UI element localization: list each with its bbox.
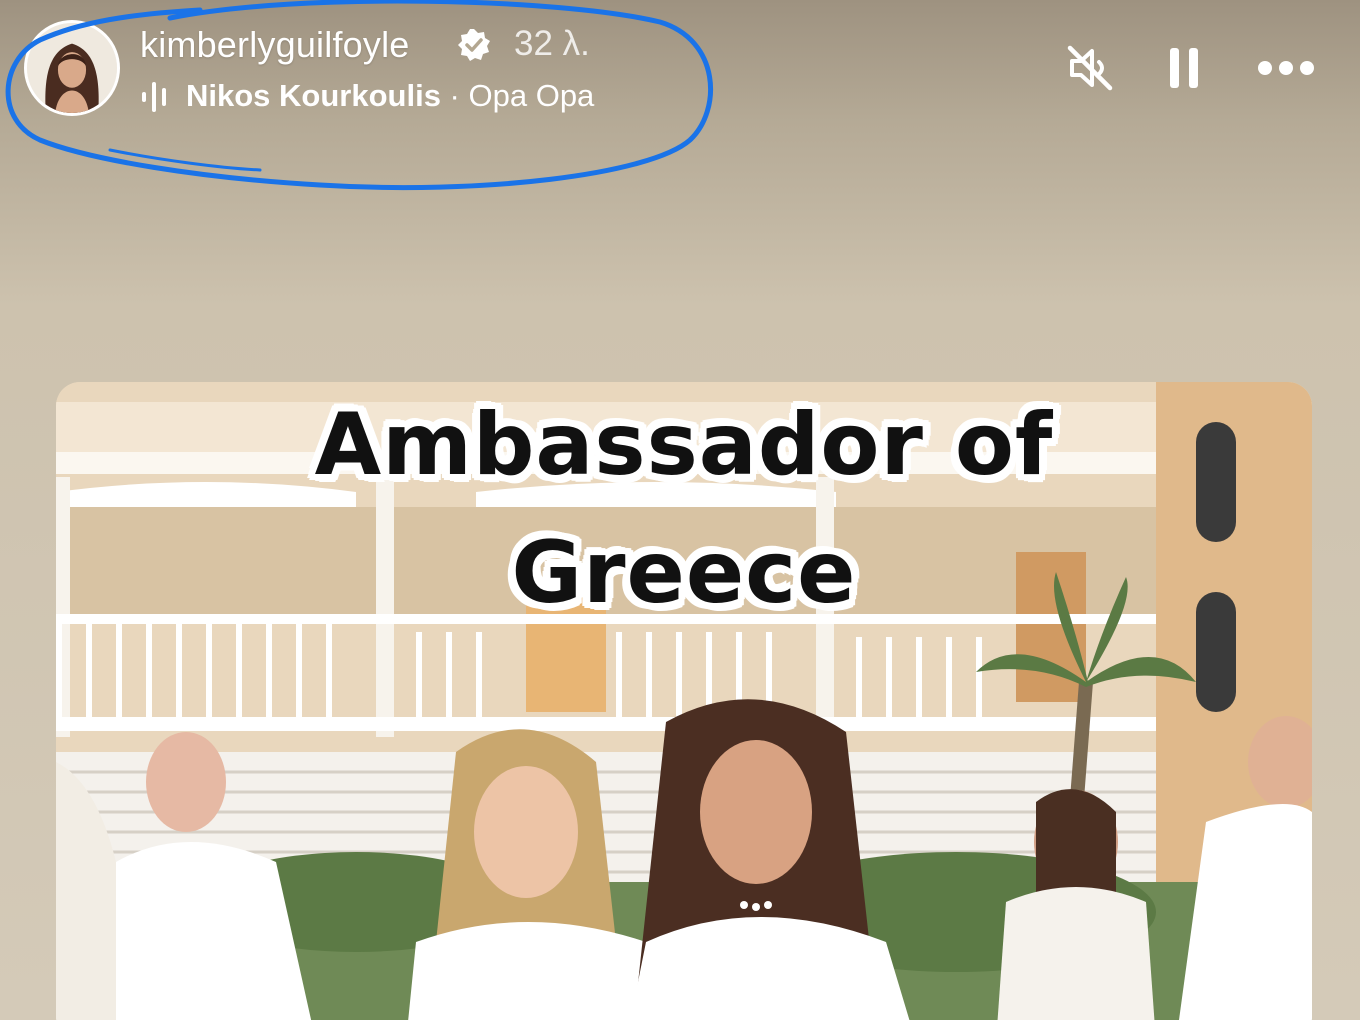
story-username[interactable]: kimberlyguilfoyle (140, 24, 410, 66)
music-artist: Nikos Kourkoulis (186, 78, 441, 113)
story-header: kimberlyguilfoyle 32 λ. Nikos Kourkoulis… (0, 0, 1360, 191)
profile-avatar[interactable] (24, 20, 120, 116)
story-timestamp: 32 λ. (514, 24, 590, 63)
music-song: Opa Opa (468, 78, 595, 113)
pause-icon (1170, 48, 1198, 88)
audio-wave-icon (142, 82, 166, 112)
more-options-icon (1258, 61, 1314, 75)
music-attribution[interactable]: Nikos Kourkoulis · Opa Opa (186, 78, 594, 114)
muted-speaker-icon (1067, 45, 1113, 91)
story-photo[interactable]: Ambassador of Greece (56, 382, 1312, 1020)
more-options-button[interactable] (1256, 38, 1316, 98)
instagram-story-viewer: kimberlyguilfoyle 32 λ. Nikos Kourkoulis… (0, 0, 1360, 1020)
verified-badge-icon (458, 29, 490, 61)
photo-caption-line2: Greece (511, 523, 857, 623)
mute-button[interactable] (1060, 38, 1120, 98)
music-separator: · (440, 78, 469, 113)
photo-caption-line1: Ambassador of (314, 395, 1054, 495)
pause-button[interactable] (1154, 38, 1214, 98)
